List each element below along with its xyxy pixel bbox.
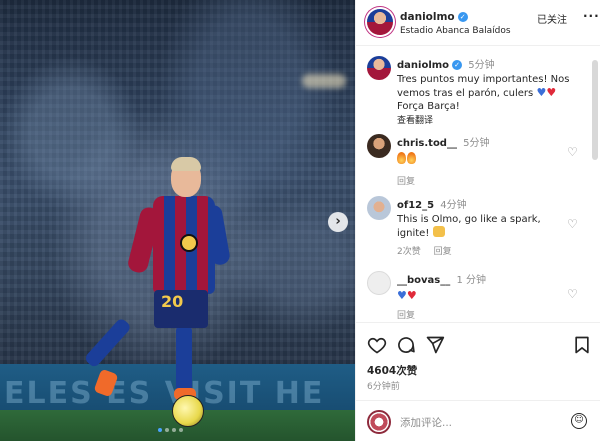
caption-username[interactable]: daniolmo xyxy=(397,60,449,71)
caption-time: 5分钟 xyxy=(468,60,495,71)
stadium-light xyxy=(302,74,346,88)
reply-button[interactable]: 回复 xyxy=(434,247,452,257)
commenter-username[interactable]: __bovas__ xyxy=(397,275,450,286)
more-options-icon[interactable]: ··· xyxy=(583,9,600,23)
comment-bubble-icon[interactable] xyxy=(396,335,416,355)
post-location[interactable]: Estadio Abanca Balaídos xyxy=(400,26,511,36)
author-username-text[interactable]: daniolmo xyxy=(400,11,455,23)
shorts-number: 20 xyxy=(161,292,184,311)
red-heart-icon: ♥ xyxy=(546,86,557,99)
smiley-icon[interactable]: ☺ xyxy=(571,413,587,429)
carousel-indicator xyxy=(158,428,183,432)
carousel-dot[interactable] xyxy=(172,428,176,432)
commenter-avatar[interactable] xyxy=(367,134,391,158)
comment-like-heart-icon[interactable]: ♡ xyxy=(567,288,579,300)
commenter-avatar[interactable] xyxy=(367,271,391,295)
comment-time: 5分钟 xyxy=(463,138,490,149)
commenter-username[interactable]: chris.tod__ xyxy=(397,138,457,149)
player-hair xyxy=(171,157,201,171)
comment-text-line: ignite! xyxy=(397,228,430,239)
post-timestamp: 6分钟前 xyxy=(367,382,400,392)
next-slide-button[interactable]: › xyxy=(328,212,348,232)
bookmark-icon[interactable] xyxy=(572,335,592,355)
blue-heart-icon: ♥ xyxy=(536,86,547,99)
post-actions: 4604次赞 6分钟前 xyxy=(356,322,600,412)
red-heart-icon: ♥ xyxy=(406,289,417,302)
caption-text-line: vemos tras el parón, culers xyxy=(397,88,534,99)
verified-badge-icon: ✓ xyxy=(452,60,463,70)
blue-heart-icon: ♥ xyxy=(397,289,407,302)
post-side-panel: daniolmo ✓ Estadio Abanca Balaídos 已关注 ··… xyxy=(355,0,600,441)
caption-text-line: Tres puntos muy importantes! Nos xyxy=(397,74,570,85)
post-photo[interactable]: ELES ES VISIT HE 20 › xyxy=(0,0,355,441)
comments-list[interactable]: daniolmo ✓ 5分钟 Tres puntos muy importante… xyxy=(356,46,600,322)
author-avatar[interactable] xyxy=(367,9,393,35)
paper-plane-icon[interactable] xyxy=(425,335,445,355)
reply-button[interactable]: 回复 xyxy=(397,311,415,321)
advertising-board-text: ELES ES VISIT HE xyxy=(4,376,325,411)
raised-hands-icon xyxy=(432,226,445,237)
football xyxy=(172,395,204,427)
current-user-avatar xyxy=(367,410,391,434)
caption-author-avatar[interactable] xyxy=(367,56,391,80)
reply-button[interactable]: 回复 xyxy=(397,177,415,187)
carousel-dot[interactable] xyxy=(158,428,162,432)
carousel-dot[interactable] xyxy=(179,428,183,432)
commenter-avatar[interactable] xyxy=(367,196,391,220)
author-username[interactable]: daniolmo ✓ xyxy=(400,11,468,23)
carousel-dot[interactable] xyxy=(165,428,169,432)
comment-input[interactable]: 添加评论... xyxy=(400,415,452,430)
see-translation-link[interactable]: 查看翻译 xyxy=(397,113,577,126)
like-count[interactable]: 4604次赞 xyxy=(367,363,417,378)
sponsor-logo xyxy=(180,234,198,252)
chevron-right-icon: › xyxy=(335,214,341,229)
comments-scrollbar[interactable] xyxy=(592,60,598,160)
comment-time: 1 分钟 xyxy=(456,275,486,286)
post-header: daniolmo ✓ Estadio Abanca Balaídos 已关注 ··… xyxy=(356,0,600,46)
caption-text-line: Força Barça! xyxy=(397,101,460,112)
following-button[interactable]: 已关注 xyxy=(537,11,567,26)
comment-text-line: This is Olmo, go like a spark, xyxy=(397,214,541,225)
heart-outline-icon[interactable] xyxy=(367,335,387,355)
fire-icon xyxy=(397,152,406,164)
comment-like-count[interactable]: 2次赞 xyxy=(397,247,421,257)
verified-badge-icon: ✓ xyxy=(457,12,468,22)
comment-like-heart-icon[interactable]: ♡ xyxy=(567,218,579,230)
fire-icon xyxy=(407,152,416,164)
player-right-leg xyxy=(176,325,192,393)
commenter-username[interactable]: of12_5 xyxy=(397,200,434,211)
comment-like-heart-icon[interactable]: ♡ xyxy=(567,146,579,158)
comment-time: 4分钟 xyxy=(440,200,467,211)
comment-composer: 添加评论... ☺ xyxy=(356,400,600,441)
